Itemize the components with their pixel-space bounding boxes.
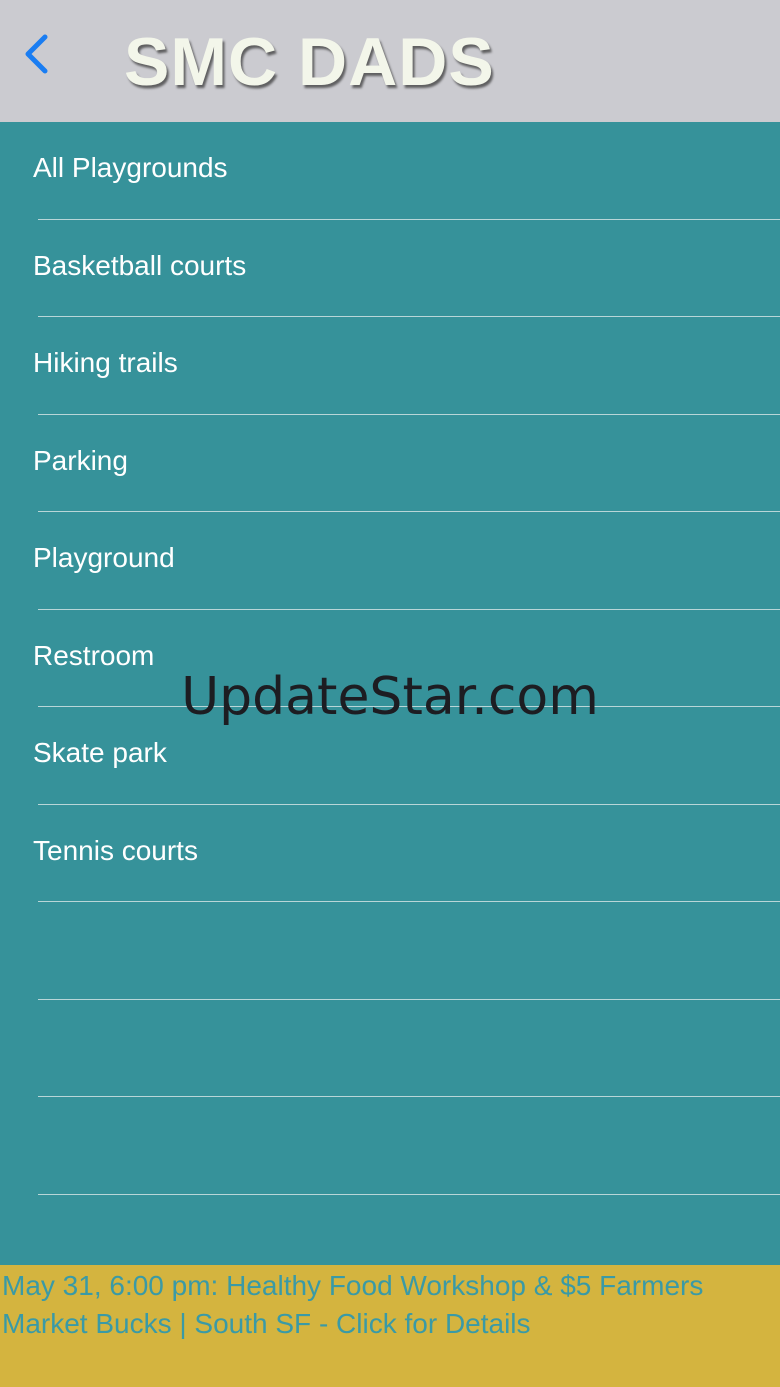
list-item-label: Playground: [33, 542, 175, 573]
list-item-label: Basketball courts: [33, 249, 247, 281]
list-item-tennis-courts[interactable]: Tennis courts: [0, 805, 780, 902]
list-item-label: Tennis courts: [33, 834, 198, 866]
list-item-all-playgrounds[interactable]: All Playgrounds: [0, 122, 780, 220]
event-banner[interactable]: May 31, 6:00 pm: Healthy Food Workshop &…: [0, 1265, 780, 1387]
list-item-skate-park[interactable]: Skate park: [0, 707, 780, 805]
list-item-parking[interactable]: Parking: [0, 415, 780, 512]
event-banner-text[interactable]: May 31, 6:00 pm: Healthy Food Workshop &…: [2, 1267, 774, 1343]
list-item-playground[interactable]: Playground: [0, 512, 780, 610]
list-item-hiking-trails[interactable]: Hiking trails: [0, 317, 780, 415]
nav-bar: SMC DADS: [0, 0, 780, 122]
row-divider: [38, 1193, 780, 1195]
list-item-basketball-courts[interactable]: Basketball courts: [0, 220, 780, 317]
list-item-label: Hiking trails: [33, 347, 178, 378]
list-item-label: Skate park: [33, 737, 167, 768]
app-title: SMC DADS: [124, 24, 495, 100]
chevron-left-icon: [25, 34, 48, 74]
list-item-restroom[interactable]: Restroom: [0, 610, 780, 707]
list-item-label: Parking: [33, 444, 128, 476]
category-list: All Playgrounds Basketball courts Hiking…: [0, 122, 780, 1265]
back-button[interactable]: [14, 28, 62, 80]
list-item-empty: [0, 1097, 780, 1195]
list-item-empty: [0, 902, 780, 1000]
list-item-label: Restroom: [33, 639, 155, 671]
list-item-empty: [0, 1000, 780, 1097]
list-item-label: All Playgrounds: [33, 152, 228, 183]
